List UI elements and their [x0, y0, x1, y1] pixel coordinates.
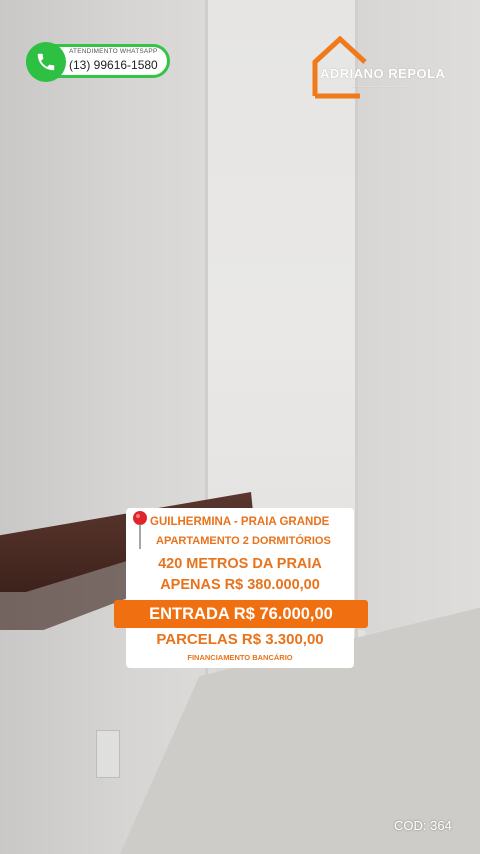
listing-price: APENAS R$ 380.000,00: [160, 577, 320, 593]
agency-logo: ADRIANO REPOLA — — — — — — — — —: [312, 36, 462, 100]
wall-outlet: [96, 730, 120, 778]
phone-icon: [26, 42, 66, 82]
listing-card: GUILHERMINA - PRAIA GRANDE APARTAMENTO 2…: [126, 508, 354, 668]
listing-financing: FINANCIAMENTO BANCÁRIO: [187, 653, 293, 662]
logo-name: ADRIANO REPOLA: [320, 66, 446, 81]
logo-tagline: — — — — — — — — —: [352, 84, 409, 90]
whatsapp-label: ATENDIMENTO WHATSAPP: [69, 48, 158, 55]
whatsapp-phone[interactable]: (13) 99616-1580: [67, 58, 160, 72]
listing-installments: PARCELAS R$ 3.300,00: [156, 631, 324, 648]
whatsapp-contact-badge[interactable]: ATENDIMENTO WHATSAPP (13) 99616-1580: [26, 42, 170, 82]
listing-distance: 420 METROS DA PRAIA: [158, 556, 322, 572]
listing-type: APARTAMENTO 2 DORMITÓRIOS: [156, 535, 331, 547]
listing-code: COD: 364: [394, 818, 452, 833]
room-photo: [0, 0, 480, 854]
listing-location: GUILHERMINA - PRAIA GRANDE: [150, 516, 330, 528]
map-pin-icon: [133, 511, 147, 549]
down-payment-banner: ENTRADA R$ 76.000,00: [114, 600, 368, 628]
